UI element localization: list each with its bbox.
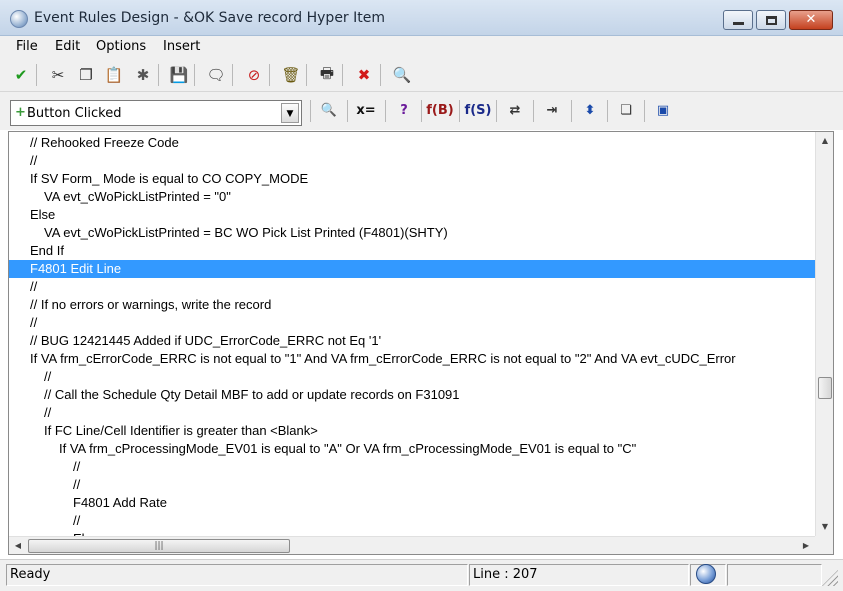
status-state: Ready [6,564,468,586]
toolbar-separator [342,64,343,86]
code-line[interactable]: // BUG 12421445 Added if UDC_ErrorCode_E… [9,332,815,350]
code-line[interactable]: // [9,314,815,332]
toolbar-separator [385,100,386,122]
event-plus-icon: + [15,105,26,120]
title-bar: Event Rules Design - &OK Save record Hyp… [0,0,843,36]
chevron-down-icon[interactable]: ▼ [281,103,299,123]
window-title: Event Rules Design - &OK Save record Hyp… [34,10,386,26]
code-line[interactable]: If VA frm_cErrorCode_ERRC is not equal t… [9,350,815,368]
toolbar-separator [644,100,645,122]
status-line: Line : 207 [469,564,689,586]
form-interconnect-icon[interactable]: ▣ [651,98,675,122]
toolbar-separator [607,100,608,122]
code-line[interactable]: // [9,368,815,386]
copy-icon[interactable]: ❐ [75,64,97,86]
toolbar-separator [36,64,37,86]
code-line[interactable]: End If [9,242,815,260]
paste-special-icon[interactable]: ✱ [132,64,154,86]
code-line[interactable]: // [9,476,815,494]
resize-grip-icon[interactable] [822,570,838,586]
comment-icon[interactable]: 🗨 [205,64,227,86]
ok-check-icon[interactable]: ✔ [10,64,32,86]
save-icon[interactable]: 💾 [168,64,190,86]
code-line[interactable]: If VA frm_cProcessingMode_EV01 is equal … [9,440,815,458]
code-line[interactable]: F4801 Add Rate [9,494,815,512]
code-line[interactable]: // [9,404,815,422]
app-icon [10,10,28,28]
toolbar-separator [347,100,348,122]
print-icon[interactable]: 🖶 [316,64,338,86]
find-icon[interactable]: 🔍 [391,64,413,86]
business-function-icon[interactable]: f(B) [426,98,453,122]
close-button[interactable]: ✕ [789,10,833,30]
status-bar: Ready Line : 207 [0,559,843,591]
code-line[interactable]: // [9,458,815,476]
toolbar-separator [571,100,572,122]
cancel-icon[interactable]: ✖ [353,64,375,86]
code-line[interactable]: // [9,152,815,170]
delete-icon[interactable]: 🗑 [280,64,302,86]
code-line-selected[interactable]: F4801 Edit Line [9,260,815,278]
code-line[interactable]: // [9,278,815,296]
maximize-icon [766,16,777,25]
toolbar-separator [269,64,270,86]
menu-file[interactable]: File [16,39,38,54]
scroll-left-icon[interactable]: ◀ [9,537,27,554]
horizontal-scroll-thumb[interactable]: ||| [28,539,290,553]
status-empty-panel [727,564,822,586]
insert-line-icon[interactable]: ⇥ [540,98,564,122]
code-line[interactable]: // If no errors or warnings, write the r… [9,296,815,314]
event-rules-editor[interactable]: // Rehooked Freeze Code//If SV Form_ Mod… [8,131,834,555]
code-line[interactable]: VA evt_cWoPickListPrinted = BC WO Pick L… [9,224,815,242]
vertical-scrollbar[interactable]: ▲ ▼ [815,132,833,536]
code-line[interactable]: // [9,512,815,530]
code-line[interactable]: // Call the Schedule Qty Detail MBF to a… [9,386,815,404]
event-selector[interactable]: + Button Clicked ▼ [10,100,302,126]
globe-icon [696,564,716,584]
toolbar-separator [496,100,497,122]
close-icon: ✕ [805,12,817,27]
table-io-icon[interactable]: ⇄ [503,98,527,122]
assignment-icon[interactable]: x= [354,98,378,122]
system-function-icon[interactable]: f(S) [465,98,492,122]
scroll-down-icon[interactable]: ▼ [816,518,833,536]
code-line[interactable]: Else [9,206,815,224]
while-loop-icon[interactable]: ⬍ [578,98,602,122]
code-line[interactable]: If FC Line/Cell Identifier is greater th… [9,422,815,440]
menu-edit[interactable]: Edit [55,39,80,54]
menu-bar: File Edit Options Insert [0,36,843,58]
paste-icon[interactable]: 📋 [103,64,125,86]
toolbar-separator [306,64,307,86]
toolbar-separator [310,100,311,122]
toolbar-separator [194,64,195,86]
menu-options[interactable]: Options [96,39,146,54]
toolbar-separator [533,100,534,122]
code-line[interactable]: If SV Form_ Mode is equal to CO COPY_MOD… [9,170,815,188]
toolbar-separator [380,64,381,86]
main-toolbar: ✔ ✂ ❐ 📋 ✱ 💾 🗨 ⊘ 🗑 🖶 ✖ 🔍 [0,58,843,92]
maximize-button[interactable] [756,10,786,30]
if-question-icon[interactable]: ? [392,98,416,122]
code-area[interactable]: // Rehooked Freeze Code//If SV Form_ Mod… [9,132,815,536]
scrollbar-corner [815,536,833,554]
toolbar-separator [421,100,422,122]
code-line[interactable]: VA evt_cWoPickListPrinted = "0" [9,188,815,206]
toolbar-separator [158,64,159,86]
event-selector-value: Button Clicked [27,106,122,121]
minimize-button[interactable] [723,10,753,30]
search-variable-icon[interactable]: 🔍 [317,98,341,122]
report-interconnect-icon[interactable]: ❏ [614,98,638,122]
horizontal-scrollbar[interactable]: ◀ ||| ▶ [9,536,815,554]
vertical-scroll-thumb[interactable] [818,377,832,399]
minimize-icon [733,22,744,25]
toolbar-separator [459,100,460,122]
code-line[interactable]: // Rehooked Freeze Code [9,134,815,152]
disable-icon[interactable]: ⊘ [243,64,265,86]
cut-icon[interactable]: ✂ [47,64,69,86]
toolbar-separator [232,64,233,86]
menu-insert[interactable]: Insert [163,39,200,54]
scroll-right-icon[interactable]: ▶ [797,537,815,554]
scroll-up-icon[interactable]: ▲ [816,132,833,150]
